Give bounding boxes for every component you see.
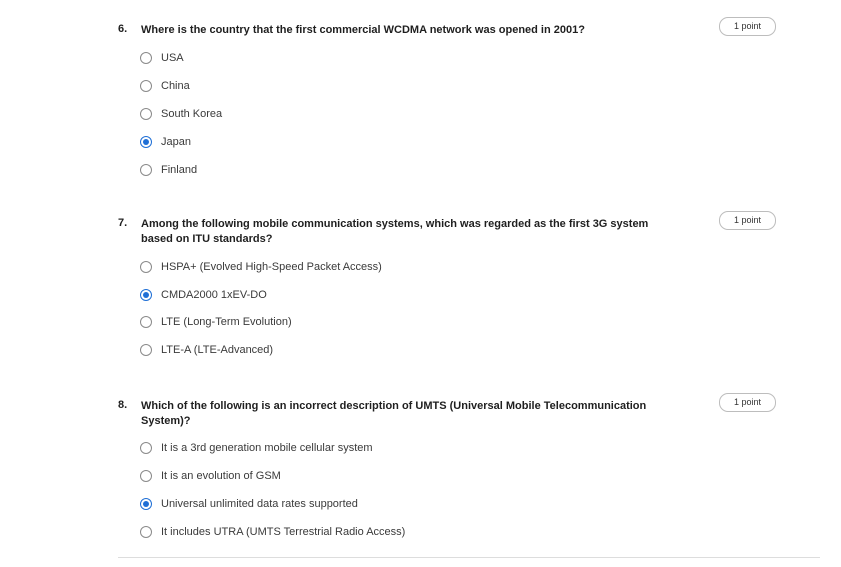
question-text: Among the following mobile communication…: [141, 218, 649, 245]
option-label[interactable]: LTE-A (LTE-Advanced): [161, 344, 273, 356]
option-3rd-generation[interactable]: It is a 3rd generation mobile cellular s…: [140, 439, 373, 457]
option-label[interactable]: USA: [161, 52, 184, 64]
option-china[interactable]: China: [140, 77, 190, 95]
option-finland[interactable]: Finland: [140, 161, 197, 179]
question-number: 7.: [118, 217, 128, 229]
option-hspa-plus[interactable]: HSPA+ (Evolved High-Speed Packet Access): [140, 258, 382, 276]
option-label[interactable]: Japan: [161, 136, 191, 148]
radio-button[interactable]: [140, 80, 152, 92]
points-badge: 1 point: [719, 211, 776, 230]
option-label[interactable]: It includes UTRA (UMTS Terrestrial Radio…: [161, 526, 405, 538]
radio-button-selected[interactable]: [140, 136, 152, 148]
option-utra[interactable]: It includes UTRA (UMTS Terrestrial Radio…: [140, 523, 405, 541]
option-lte-a[interactable]: LTE-A (LTE-Advanced): [140, 341, 273, 359]
option-label[interactable]: South Korea: [161, 108, 222, 120]
option-label[interactable]: LTE (Long-Term Evolution): [161, 316, 292, 328]
radio-button[interactable]: [140, 316, 152, 328]
option-south-korea[interactable]: South Korea: [140, 105, 222, 123]
option-label[interactable]: HSPA+ (Evolved High-Speed Packet Access): [161, 261, 382, 273]
option-label[interactable]: China: [161, 80, 190, 92]
option-label[interactable]: CMDA2000 1xEV-DO: [161, 289, 267, 301]
radio-button[interactable]: [140, 344, 152, 356]
radio-button[interactable]: [140, 470, 152, 482]
question-number: 6.: [118, 23, 128, 35]
radio-button-selected[interactable]: [140, 289, 152, 301]
radio-button[interactable]: [140, 442, 152, 454]
option-label[interactable]: It is an evolution of GSM: [161, 470, 281, 482]
points-badge: 1 point: [719, 393, 776, 412]
radio-button[interactable]: [140, 526, 152, 538]
section-divider: [118, 557, 820, 558]
option-label[interactable]: It is a 3rd generation mobile cellular s…: [161, 442, 373, 454]
radio-button[interactable]: [140, 261, 152, 273]
radio-button[interactable]: [140, 164, 152, 176]
radio-button[interactable]: [140, 108, 152, 120]
radio-button-selected[interactable]: [140, 498, 152, 510]
question-number: 8.: [118, 399, 128, 411]
question-text: Which of the following is an incorrect d…: [141, 400, 647, 427]
question-text: Where is the country that the first comm…: [141, 24, 585, 36]
option-label[interactable]: Universal unlimited data rates supported: [161, 498, 358, 510]
option-unlimited-data[interactable]: Universal unlimited data rates supported: [140, 495, 358, 513]
option-label[interactable]: Finland: [161, 164, 197, 176]
points-badge: 1 point: [719, 17, 776, 36]
option-japan[interactable]: Japan: [140, 133, 191, 151]
option-usa[interactable]: USA: [140, 49, 184, 67]
radio-button[interactable]: [140, 52, 152, 64]
option-cdma2000[interactable]: CMDA2000 1xEV-DO: [140, 286, 267, 304]
option-evolution-gsm[interactable]: It is an evolution of GSM: [140, 467, 281, 485]
option-lte[interactable]: LTE (Long-Term Evolution): [140, 313, 292, 331]
